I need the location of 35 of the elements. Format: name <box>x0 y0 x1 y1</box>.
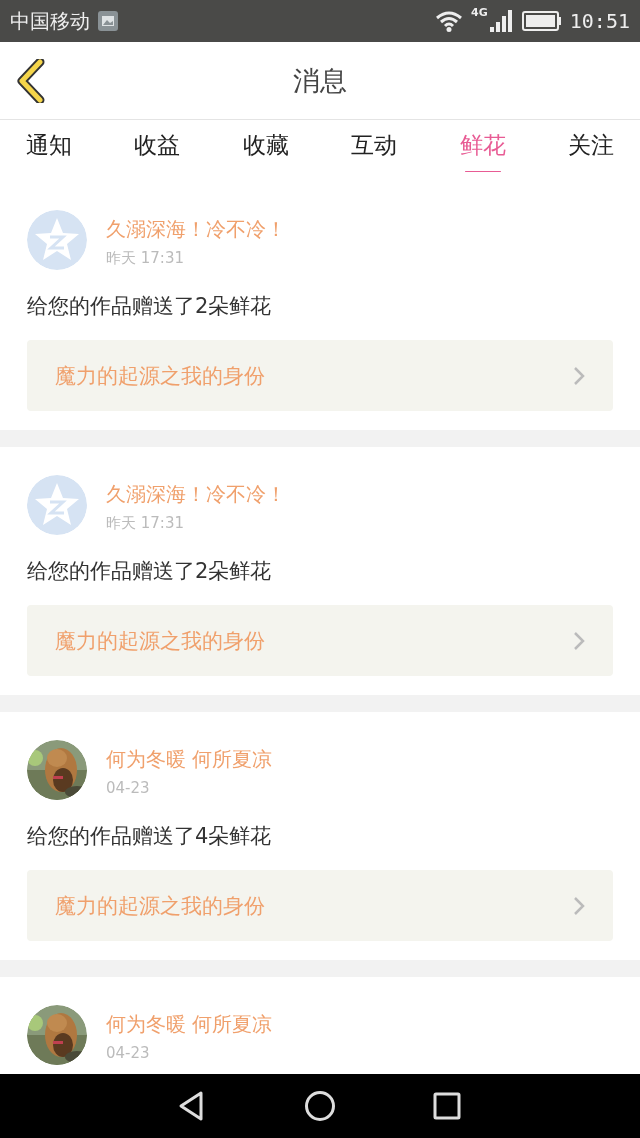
tab[interactable]: 通知 <box>26 120 72 175</box>
page-title: 消息 <box>293 63 347 98</box>
chevron-right-icon <box>573 630 585 651</box>
sender-name[interactable]: 久溺深海！冷不冷！ <box>106 481 286 508</box>
carrier-name: 中国移动 <box>10 7 90 35</box>
message-text: 给您的作品赠送了4朵鲜花 <box>27 823 273 850</box>
message-time: 04-23 <box>106 779 151 797</box>
tab[interactable]: 收藏 <box>242 120 289 175</box>
message-text: 给您的作品赠送了2朵鲜花 <box>27 293 273 320</box>
message-time: 04-23 <box>106 1044 151 1062</box>
message-time: 昨天 17:31 <box>106 249 185 268</box>
star-avatar-icon <box>27 475 87 535</box>
tab[interactable]: 鲜花 <box>459 120 506 175</box>
clock-time: 10:51 <box>569 9 630 33</box>
sender-name[interactable]: 何为冬暖 何所夏凉 <box>106 746 273 773</box>
signal-icon <box>489 10 514 32</box>
message-text: 给您的作品赠送了2朵鲜花 <box>27 558 273 585</box>
message-time: 昨天 17:31 <box>106 514 185 533</box>
work-link[interactable]: 魔力的起源之我的身份 <box>27 340 613 411</box>
sender-name[interactable]: 何为冬暖 何所夏凉 <box>106 1011 273 1038</box>
star-avatar-icon <box>27 210 87 270</box>
back-chevron-icon <box>16 59 46 103</box>
chevron-right-icon <box>573 895 585 916</box>
tab[interactable]: 互动 <box>351 120 398 175</box>
tab[interactable]: 收益 <box>134 120 181 175</box>
tab[interactable]: 关注 <box>567 120 614 175</box>
work-link[interactable]: 魔力的起源之我的身份 <box>27 870 613 941</box>
sender-name[interactable]: 久溺深海！冷不冷！ <box>106 216 286 243</box>
image-notification-icon <box>98 11 118 31</box>
wifi-icon <box>435 10 464 32</box>
chevron-right-icon <box>573 365 585 386</box>
home-icon[interactable] <box>304 1090 336 1122</box>
work-link[interactable]: 魔力的起源之我的身份 <box>27 605 613 676</box>
battery-icon <box>521 11 562 31</box>
network-label: 4G <box>471 6 488 19</box>
